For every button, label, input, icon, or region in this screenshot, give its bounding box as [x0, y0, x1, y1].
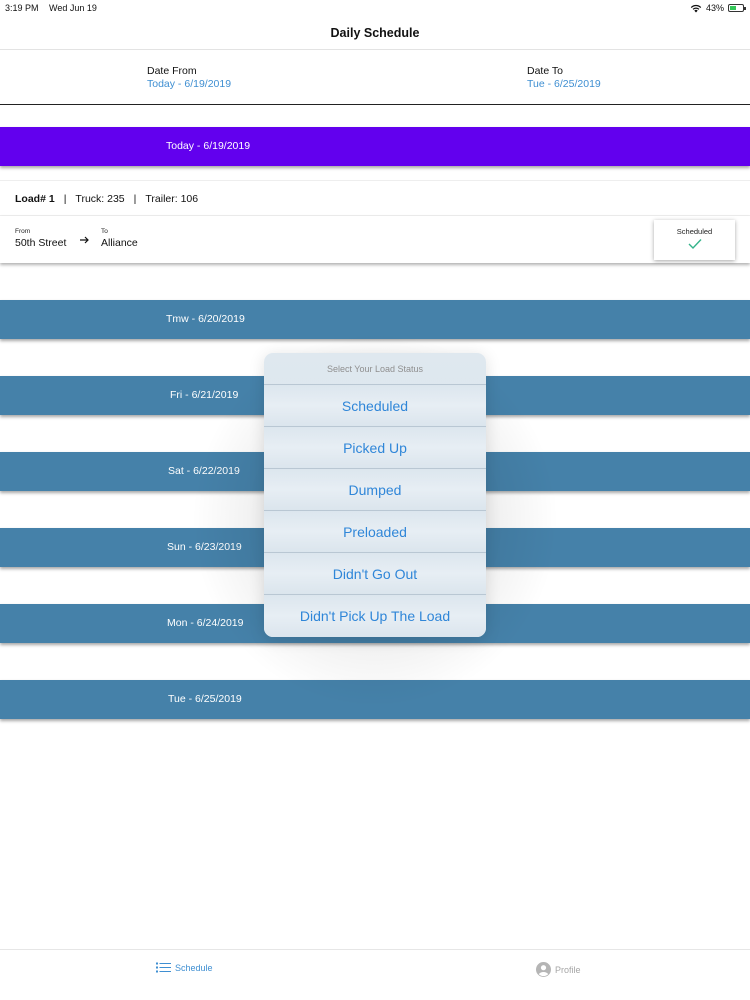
status-time: 3:19 PM: [5, 3, 39, 13]
wifi-icon: [690, 4, 702, 12]
navigation-bar: Daily Schedule: [0, 16, 750, 50]
day-header-label: Fri - 6/21/2019: [170, 389, 239, 401]
date-range: Date From Today - 6/19/2019 Date To Tue …: [0, 50, 750, 105]
tab-bar: Schedule Profile: [0, 949, 750, 1000]
option-didnt-pick-up[interactable]: Didn't Pick Up The Load: [264, 595, 486, 637]
day-header-label: Sat - 6/22/2019: [168, 465, 240, 477]
separator: |: [133, 193, 137, 205]
profile-icon: [536, 962, 551, 977]
action-sheet-title: Select Your Load Status: [264, 353, 486, 385]
status-bar: 3:19 PM Wed Jun 19 43%: [0, 0, 750, 16]
option-dumped[interactable]: Dumped: [264, 469, 486, 511]
option-scheduled[interactable]: Scheduled: [264, 385, 486, 427]
route-from-label: From: [15, 228, 31, 235]
load-status-action-sheet: Select Your Load Status Scheduled Picked…: [264, 353, 486, 637]
load-header[interactable]: Load# 1 | Truck: 235 | Trailer: 106: [0, 180, 750, 216]
day-header-label: Tmw - 6/20/2019: [166, 313, 245, 325]
route-to: To Alliance: [101, 228, 138, 249]
tab-schedule[interactable]: Schedule: [156, 962, 213, 973]
day-header-tue[interactable]: Tue - 6/25/2019: [0, 680, 750, 719]
tab-schedule-label: Schedule: [175, 962, 213, 973]
option-didnt-go-out[interactable]: Didn't Go Out: [264, 553, 486, 595]
load-route-row[interactable]: From 50th Street To Alliance Scheduled: [0, 216, 750, 263]
battery-percent: 43%: [705, 3, 724, 13]
page-title: Daily Schedule: [330, 26, 420, 40]
date-to-value[interactable]: Tue - 6/25/2019: [527, 78, 601, 90]
battery-icon: [728, 4, 746, 12]
status-date: Wed Jun 19: [49, 3, 97, 13]
day-header-label: Sun - 6/23/2019: [167, 541, 242, 553]
checkmark-icon: [688, 239, 702, 250]
load-status-label: Scheduled: [676, 227, 713, 236]
option-preloaded[interactable]: Preloaded: [264, 511, 486, 553]
date-from-picker[interactable]: Date From Today - 6/19/2019: [147, 65, 231, 90]
day-header-tmw[interactable]: Tmw - 6/20/2019: [0, 300, 750, 339]
tab-profile-label: Profile: [555, 964, 581, 975]
day-header-label: Today - 6/19/2019: [166, 140, 251, 152]
option-picked-up[interactable]: Picked Up: [264, 427, 486, 469]
day-header-label: Mon - 6/24/2019: [167, 617, 244, 629]
load-status-button[interactable]: Scheduled: [654, 220, 735, 260]
route-to-place: Alliance: [101, 237, 138, 249]
truck-number: Truck: 235: [75, 193, 125, 205]
route-from-place: 50th Street: [15, 237, 67, 249]
date-from-label: Date From: [147, 65, 197, 77]
date-from-value[interactable]: Today - 6/19/2019: [147, 78, 231, 90]
day-header-label: Tue - 6/25/2019: [168, 693, 242, 705]
load-number: Load# 1: [15, 193, 55, 205]
date-to-label: Date To: [527, 65, 563, 77]
date-to-picker[interactable]: Date To Tue - 6/25/2019: [527, 65, 601, 90]
day-header-today[interactable]: Today - 6/19/2019: [0, 127, 750, 166]
route-to-label: To: [101, 228, 108, 235]
arrow-right-icon: [80, 236, 89, 244]
route-from: From 50th Street: [15, 228, 66, 249]
trailer-number: Trailer: 106: [145, 193, 199, 205]
list-icon: [156, 962, 171, 973]
tab-profile[interactable]: Profile: [536, 962, 581, 977]
separator: |: [63, 193, 67, 205]
